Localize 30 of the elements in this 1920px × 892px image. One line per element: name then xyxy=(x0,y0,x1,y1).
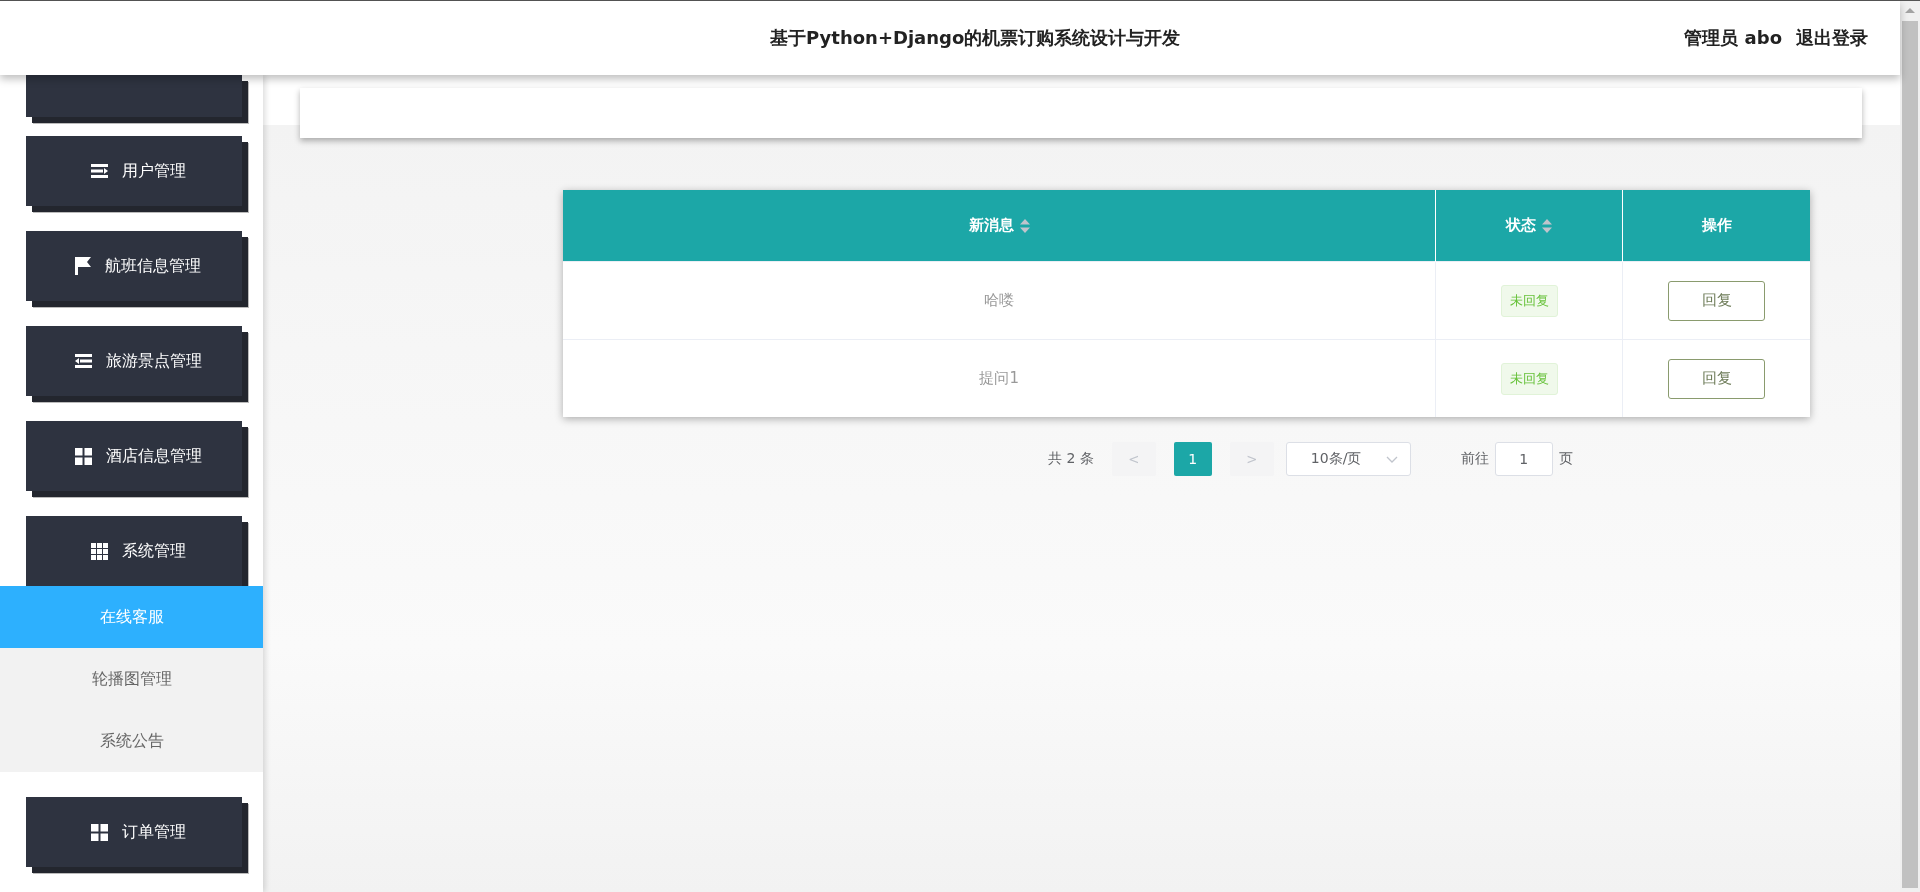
list-icon xyxy=(74,354,92,368)
status-tag: 未回复 xyxy=(1500,284,1558,317)
total-count: 共 2 条 xyxy=(1048,450,1094,468)
grid-icon xyxy=(90,823,108,841)
goto-label: 前往 xyxy=(1460,450,1489,468)
list-icon xyxy=(90,164,108,178)
reply-button[interactable]: 回复 xyxy=(1668,358,1766,399)
column-header[interactable]: 新消息 xyxy=(563,190,1436,262)
status-tag: 未回复 xyxy=(1500,362,1558,395)
logout-link[interactable]: 退出登录 xyxy=(1796,26,1868,50)
chevron-down-icon xyxy=(1385,455,1398,463)
column-header: 操作 xyxy=(1622,190,1810,262)
submenu-item[interactable]: 系统公告 xyxy=(0,710,263,772)
sort-icon[interactable] xyxy=(1019,218,1030,233)
grid-icon xyxy=(74,447,92,465)
sort-icon[interactable] xyxy=(1542,218,1553,233)
grid-icon xyxy=(90,542,108,560)
flag-icon xyxy=(75,257,91,275)
page-suffix: 页 xyxy=(1558,450,1573,468)
page-number-button[interactable]: 1 xyxy=(1173,442,1212,476)
user-name: 管理员 abo xyxy=(1684,26,1782,50)
submenu-item[interactable]: 轮播图管理 xyxy=(0,648,263,710)
reply-button[interactable]: 回复 xyxy=(1668,280,1766,321)
page-title: 基于Python+Django的机票订购系统设计与开发 xyxy=(769,26,1182,50)
page-size-select[interactable]: 10条/页 xyxy=(1285,442,1411,476)
scrollbar-thumb[interactable] xyxy=(1902,21,1918,888)
page-input[interactable]: 1 xyxy=(1494,442,1553,476)
message-cell: 哈喽 xyxy=(563,261,1436,340)
column-header[interactable]: 状态 xyxy=(1435,190,1623,262)
message-cell: 提问1 xyxy=(563,339,1436,417)
